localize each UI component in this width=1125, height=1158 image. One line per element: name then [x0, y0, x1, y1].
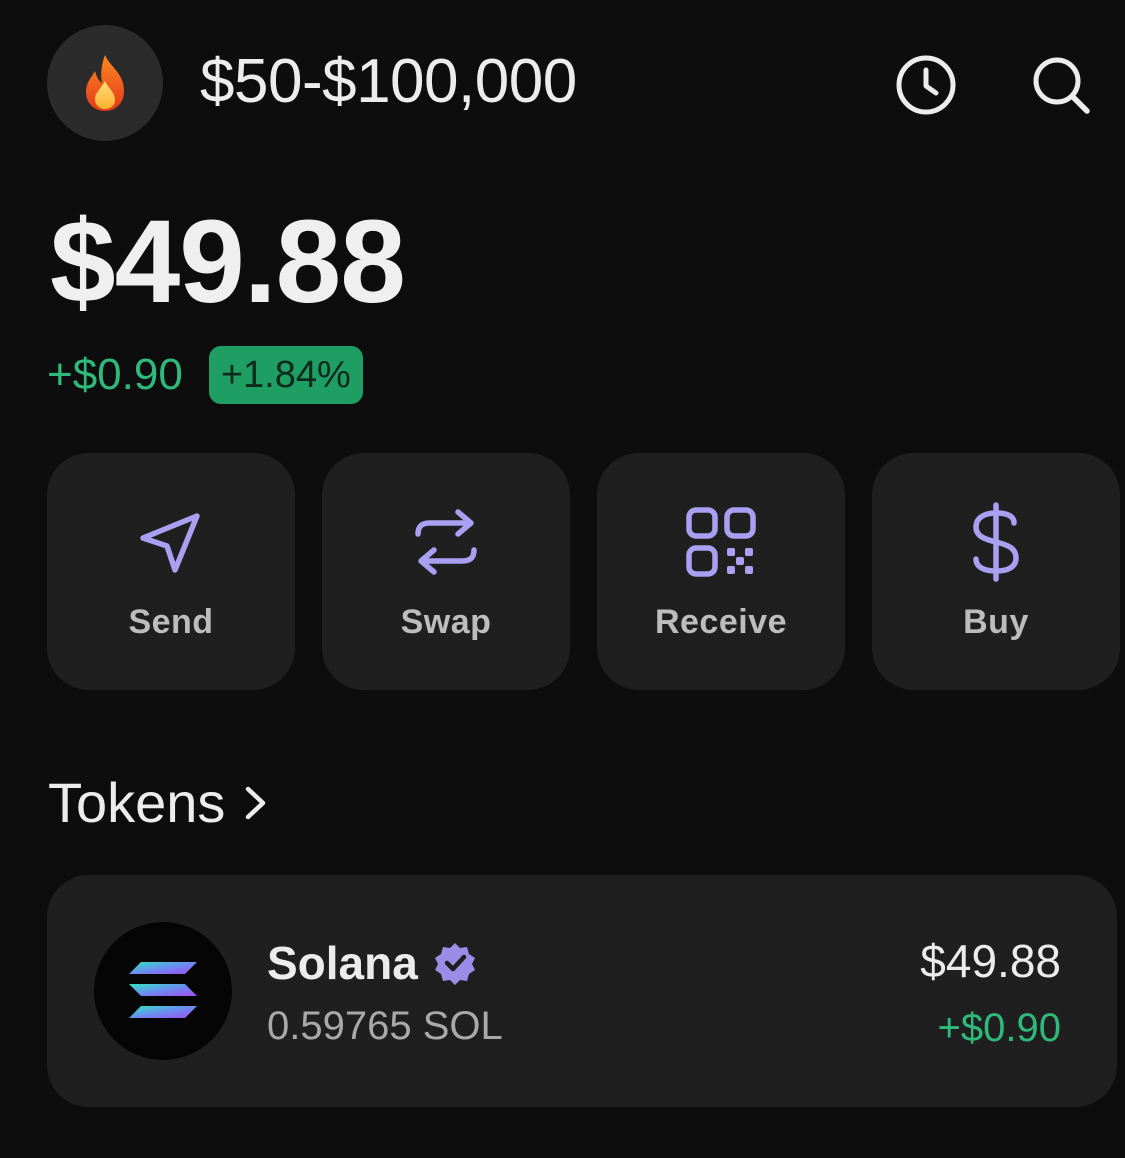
- token-name-row: Solana: [267, 935, 478, 991]
- solana-icon: [129, 962, 197, 1018]
- search-button[interactable]: [1026, 50, 1096, 120]
- token-value: $49.88: [920, 935, 1061, 987]
- total-balance: $49.88: [50, 196, 406, 328]
- swap-label: Swap: [400, 603, 492, 641]
- solana-logo-icon: [94, 922, 232, 1060]
- fire-icon: [86, 55, 124, 111]
- swap-icon: [415, 509, 477, 575]
- buy-button[interactable]: Buy: [872, 453, 1120, 690]
- tokens-section-header[interactable]: Tokens: [48, 768, 269, 838]
- clock-icon: [896, 55, 956, 115]
- account-avatar[interactable]: [47, 25, 163, 141]
- header: $50-$100,000: [0, 0, 1125, 165]
- token-name: Solana: [267, 937, 418, 989]
- balance-change-percent-badge: +1.84%: [208, 346, 363, 404]
- token-change: +$0.90: [937, 1006, 1061, 1050]
- balance-change-row: +$0.90 +1.84%: [47, 345, 363, 405]
- buy-label: Buy: [963, 603, 1029, 641]
- action-buttons: Send Swap Receive Buy: [47, 453, 1120, 690]
- chevron-right-icon: [246, 786, 266, 820]
- dollar-icon: [973, 502, 1019, 582]
- receive-label: Receive: [654, 603, 788, 641]
- balance-change-amount: +$0.90: [47, 350, 183, 399]
- send-button[interactable]: Send: [47, 453, 295, 690]
- send-label: Send: [128, 603, 214, 641]
- verified-badge-icon: [434, 943, 475, 985]
- token-amount: 0.59765 SOL: [267, 1004, 503, 1048]
- tokens-title: Tokens: [48, 771, 226, 834]
- send-icon: [140, 513, 200, 573]
- token-row-solana[interactable]: Solana 0.59765 SOL $49.88 +$0.90: [47, 875, 1117, 1107]
- receive-button[interactable]: Receive: [597, 453, 845, 690]
- qr-code-icon: [686, 507, 756, 577]
- account-name[interactable]: $50-$100,000: [200, 46, 577, 118]
- swap-button[interactable]: Swap: [322, 453, 570, 690]
- search-icon: [1033, 57, 1090, 114]
- history-button[interactable]: [891, 50, 961, 120]
